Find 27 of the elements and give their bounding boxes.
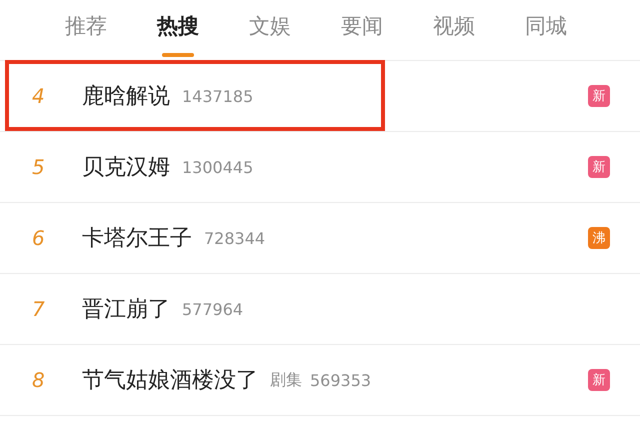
topic-title: 卡塔尔王子	[82, 225, 192, 253]
heat-count: 1437185	[182, 86, 254, 106]
heat-count: 569353	[310, 370, 372, 390]
rank-number: 8	[31, 368, 46, 392]
rank-number: 4	[31, 84, 46, 108]
list-row[interactable]: 5 贝克汉姆 1300445 新	[0, 131, 640, 202]
list-row[interactable]: 8 节气姑娘酒楼没了 剧集 569353 新	[0, 344, 640, 416]
status-badge: 新	[588, 85, 610, 107]
rank-number: 5	[31, 155, 46, 179]
heat-count: 728344	[204, 228, 266, 248]
list-row[interactable]: 7 晋江崩了 577964	[0, 273, 640, 344]
heat-count: 577964	[182, 300, 244, 318]
topic-title: 贝克汉姆	[82, 154, 170, 182]
status-badge: 沸	[588, 227, 610, 249]
rank-number: 6	[31, 226, 46, 250]
category-label: 剧集	[270, 370, 302, 390]
tab[interactable]: 热搜	[132, 0, 224, 52]
heat-count: 1300445	[182, 158, 254, 176]
rank-number: 7	[31, 297, 46, 321]
topic-title: 鹿晗解说	[82, 83, 170, 111]
active-tab-indicator	[162, 53, 194, 57]
topic-title: 晋江崩了	[82, 296, 170, 324]
status-badge: 新	[588, 369, 610, 391]
list-row[interactable]: 6 卡塔尔王子 728344 沸	[0, 202, 640, 273]
status-badge: 新	[588, 156, 610, 178]
topic-title: 节气姑娘酒楼没了	[82, 367, 258, 395]
list-row[interactable]: 4 鹿晗解说 1437185 新	[0, 60, 640, 131]
